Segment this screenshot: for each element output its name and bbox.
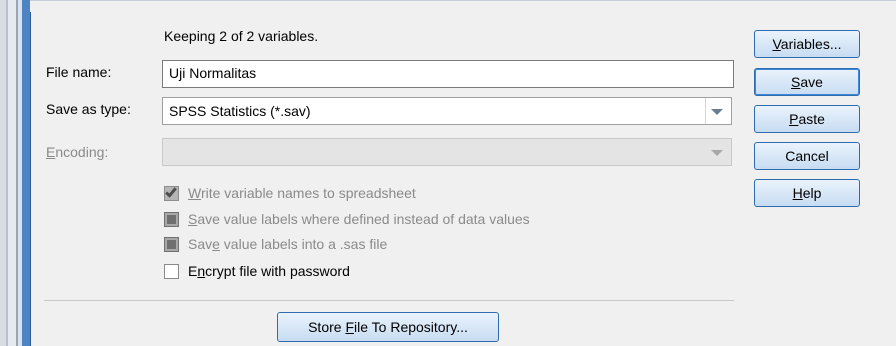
- write-variable-names-checkbox[interactable]: [164, 185, 179, 201]
- file-name-label: File name:: [46, 64, 112, 80]
- save-labels-sas-label: Save value labels into a .sas file: [188, 236, 388, 252]
- write-variable-names-label: Write variable names to spreadsheet: [188, 185, 416, 201]
- separator: [44, 300, 734, 301]
- save-labels-sas-checkbox[interactable]: [164, 237, 179, 252]
- save-as-type-label: Save as type:: [46, 101, 131, 117]
- encoding-select[interactable]: [162, 138, 732, 166]
- check-icon: [165, 185, 177, 198]
- encrypt-file-option[interactable]: Encrypt file with password: [164, 262, 424, 282]
- variables-button[interactable]: Variables...: [754, 30, 860, 58]
- chevron-down-icon: [711, 109, 723, 115]
- store-file-to-repository-button[interactable]: Store File To Repository...: [277, 312, 499, 342]
- file-name-input[interactable]: Uji Normalitas: [162, 60, 734, 88]
- save-value-labels-label: Save value labels where defined instead …: [188, 211, 530, 227]
- variables-kept-text: Keeping 2 of 2 variables.: [164, 28, 319, 44]
- encoding-label: Encoding:: [46, 144, 109, 160]
- save-as-type-select[interactable]: SPSS Statistics (*.sav): [162, 97, 732, 125]
- paste-button[interactable]: Paste: [754, 105, 860, 133]
- encrypt-file-checkbox[interactable]: [164, 264, 179, 279]
- save-labels-sas-option[interactable]: Save value labels into a .sas file: [164, 235, 494, 255]
- panel-top-border: [30, 0, 896, 12]
- encrypt-file-label: Encrypt file with password: [188, 263, 350, 279]
- cancel-button[interactable]: Cancel: [754, 142, 860, 170]
- window-left-edge: [0, 0, 22, 346]
- save-value-labels-checkbox[interactable]: [164, 212, 179, 227]
- chevron-down-icon: [711, 150, 723, 156]
- help-button[interactable]: Help: [754, 179, 860, 207]
- write-variable-names-option[interactable]: Write variable names to spreadsheet: [164, 184, 564, 204]
- save-button[interactable]: Save: [754, 68, 860, 96]
- save-value-labels-option[interactable]: Save value labels where defined instead …: [164, 210, 634, 230]
- save-as-type-value: SPSS Statistics (*.sav): [169, 103, 311, 119]
